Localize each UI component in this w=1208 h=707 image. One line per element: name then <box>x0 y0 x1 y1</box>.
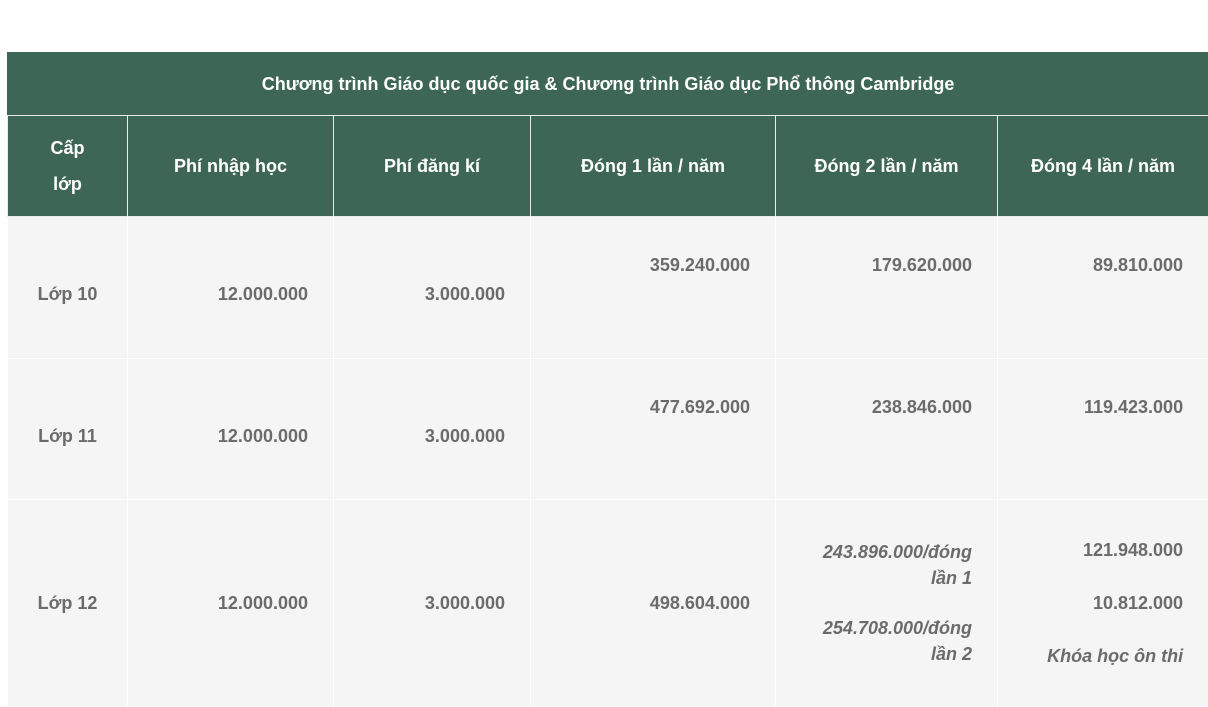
table-title-row: Chương trình Giáo dục quốc gia & Chương … <box>8 53 1208 116</box>
tuition-fee-table: Chương trình Giáo dục quốc gia & Chương … <box>7 52 1208 707</box>
table-row: Lớp 10 12.000.000 3.000.000 359.240.000 … <box>8 217 1208 359</box>
table-header-row: Cấp lớp Phí nhập học Phí đăng kí Đóng 1 … <box>8 116 1208 217</box>
pay-four-value-1: 121.948.000 <box>998 537 1183 563</box>
pay-once-cell: 477.692.000 <box>531 359 776 500</box>
registration-fee-cell: 3.000.000 <box>334 359 531 500</box>
pay-twice-cell: 243.896.000/đóng lần 1 254.708.000/đóng … <box>776 500 998 707</box>
grade-cell: Lớp 12 <box>8 500 128 707</box>
table-row: Lớp 11 12.000.000 3.000.000 477.692.000 … <box>8 359 1208 500</box>
pay-four-value-2: 10.812.000 <box>998 590 1183 616</box>
header-pay-once: Đóng 1 lần / năm <box>531 116 776 217</box>
header-registration-fee: Phí đăng kí <box>334 116 531 217</box>
admission-fee-cell: 12.000.000 <box>128 500 334 707</box>
pay-once-cell: 498.604.000 <box>531 500 776 707</box>
grade-cell: Lớp 10 <box>8 217 128 359</box>
pay-twice-cell: 238.846.000 <box>776 359 998 500</box>
registration-fee-cell: 3.000.000 <box>334 500 531 707</box>
pay-once-cell: 359.240.000 <box>531 217 776 359</box>
header-pay-twice: Đóng 2 lần / năm <box>776 116 998 217</box>
pay-twice-installment-1-line2: lần 1 <box>776 565 972 591</box>
pay-four-cell: 89.810.000 <box>998 217 1208 359</box>
table-row: Lớp 12 12.000.000 3.000.000 498.604.000 … <box>8 500 1208 707</box>
header-admission-fee: Phí nhập học <box>128 116 334 217</box>
pay-twice-installment-2-line2: lần 2 <box>776 641 972 667</box>
pay-twice-installment-2-line1: 254.708.000/đóng <box>776 615 972 641</box>
admission-fee-cell: 12.000.000 <box>128 359 334 500</box>
header-grade-line2: lớp <box>8 166 127 202</box>
pay-four-cell: 121.948.000 10.812.000 Khóa học ôn thi <box>998 500 1208 707</box>
admission-fee-cell: 12.000.000 <box>128 217 334 359</box>
header-grade: Cấp lớp <box>8 116 128 217</box>
header-pay-four: Đóng 4 lần / năm <box>998 116 1208 217</box>
header-grade-line1: Cấp <box>8 130 127 166</box>
pay-twice-installment-1-line1: 243.896.000/đóng <box>776 539 972 565</box>
pay-twice-cell: 179.620.000 <box>776 217 998 359</box>
pay-four-cell: 119.423.000 <box>998 359 1208 500</box>
registration-fee-cell: 3.000.000 <box>334 217 531 359</box>
pay-four-note: Khóa học ôn thi <box>998 643 1183 669</box>
grade-cell: Lớp 11 <box>8 359 128 500</box>
table-title: Chương trình Giáo dục quốc gia & Chương … <box>8 53 1208 116</box>
